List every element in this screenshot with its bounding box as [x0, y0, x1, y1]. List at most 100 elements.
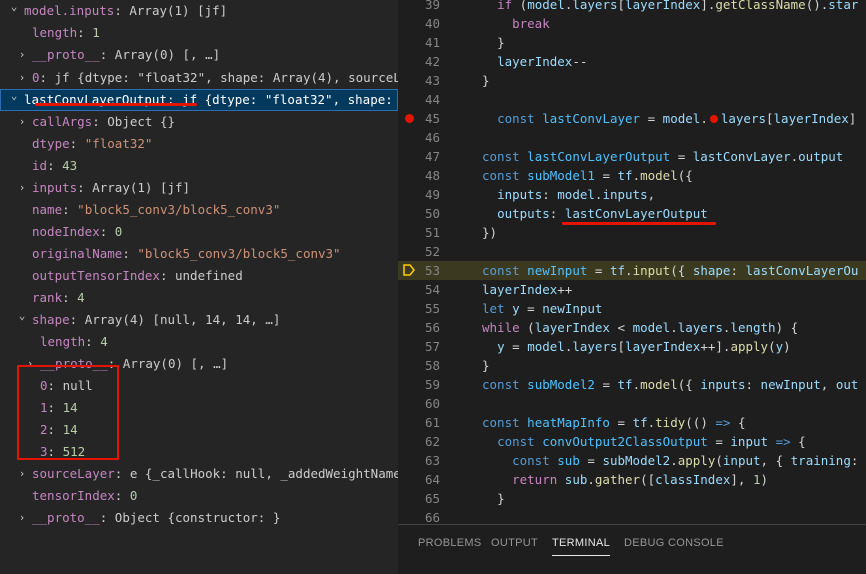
chevron-down-icon[interactable]: ⌄	[8, 89, 20, 107]
line-number: 63	[424, 453, 440, 468]
variable-row[interactable]: tensorIndex: 0	[0, 485, 398, 507]
code-line[interactable]: 59 const subModel2 = tf.model({ inputs: n…	[398, 375, 866, 394]
code-text: inputs: model.inputs,	[497, 187, 656, 202]
tab-problems[interactable]: PROBLEMS	[418, 537, 482, 549]
variable-name: rank	[32, 290, 63, 305]
chevron-right-icon[interactable]: ›	[16, 67, 28, 89]
variable-value: 4	[77, 290, 85, 305]
line-number: 51	[424, 225, 440, 240]
variable-name: 0	[32, 70, 40, 85]
variable-name: sourceLayer	[32, 466, 115, 481]
variable-row[interactable]: dtype: "float32"	[0, 133, 398, 155]
shape-values-highlight-box	[17, 365, 119, 460]
variable-row[interactable]: › __proto__: Object {constructor: }	[0, 507, 398, 529]
variable-row[interactable]: › inputs: Array(1) [jf]	[0, 177, 398, 199]
code-line[interactable]: 43}	[398, 71, 866, 90]
code-line[interactable]: 44	[398, 90, 866, 109]
variable-row[interactable]: rank: 4	[0, 287, 398, 309]
code-line[interactable]: 64 return sub.gather([classIndex], 1)	[398, 470, 866, 489]
code-text: const subModel1 = tf.model({	[482, 168, 693, 183]
variable-row[interactable]: › __proto__: Array(0) [, …]	[0, 44, 398, 66]
code-text: if (model.layers[layerIndex].getClassNam…	[497, 0, 859, 12]
variable-name: inputs	[32, 180, 78, 195]
line-number: 59	[424, 377, 440, 392]
variable-row[interactable]: ⌄ shape: Array(4) [null, 14, 14, …]	[0, 309, 398, 331]
line-number: 57	[424, 339, 440, 354]
code-text: }	[497, 35, 505, 50]
code-line[interactable]: 40 break	[398, 14, 866, 33]
code-line[interactable]: 62 const convOutput2ClassOutput = input …	[398, 432, 866, 451]
variable-row[interactable]: originalName: "block5_conv3/block5_conv3…	[0, 243, 398, 265]
line-number: 39	[424, 0, 440, 12]
code-line[interactable]: 42 layerIndex--	[398, 52, 866, 71]
code-line[interactable]: 66	[398, 508, 866, 524]
variable-value: 4	[100, 334, 108, 349]
line-number: 47	[424, 149, 440, 164]
variable-value: Object {constructor: }	[114, 510, 281, 525]
variable-value: 0	[114, 224, 123, 239]
variable-row[interactable]: › sourceLayer: e {_callHook: null, _added…	[0, 463, 398, 485]
variable-underline-annotation	[35, 103, 197, 106]
code-line[interactable]: 54 layerIndex++	[398, 280, 866, 299]
variable-row[interactable]: nodeIndex: 0	[0, 221, 398, 243]
code-line[interactable]: 41 }	[398, 33, 866, 52]
variable-value: Array(0) [, …]	[122, 356, 229, 371]
variable-row[interactable]: › 0: jf {dtype: "float32", shape: Array(4…	[0, 67, 398, 89]
variable-value: "float32"	[84, 136, 153, 151]
code-line[interactable]: 55 let y = newInput	[398, 299, 866, 318]
code-text: const heatMapInfo = tf.tidy(() => {	[482, 415, 746, 430]
code-line[interactable]: 45 const lastConvLayer = model. layers[la…	[398, 109, 866, 128]
code-text: const lastConvLayerOutput = lastConvLaye…	[482, 149, 844, 164]
code-line[interactable]: 52	[398, 242, 866, 261]
variable-name: name	[32, 202, 63, 217]
variable-name: __proto__	[32, 510, 100, 525]
inline-breakpoint-icon[interactable]	[709, 115, 718, 123]
code-line[interactable]: 61 const heatMapInfo = tf.tidy(() => {	[398, 413, 866, 432]
code-line[interactable]: 53 const newInput = tf.input({ shape: las…	[398, 261, 866, 280]
chevron-right-icon[interactable]: ›	[16, 463, 28, 485]
tab-output[interactable]: OUTPUT	[491, 537, 538, 549]
variable-value: jf {dtype: "float32", shape: A…	[182, 92, 398, 107]
code-line[interactable]: 50 outputs: lastConvLayerOutput	[398, 204, 866, 223]
variable-value: jf {dtype: "float32", shape: Array(4), s…	[54, 70, 398, 85]
variable-row[interactable]: › callArgs: Object {}	[0, 111, 398, 133]
code-line[interactable]: 47 const lastConvLayerOutput = lastConvLa…	[398, 147, 866, 166]
variable-name: __proto__	[32, 47, 100, 62]
code-line[interactable]: 51})	[398, 223, 866, 242]
code-line[interactable]: 49 inputs: model.inputs,	[398, 185, 866, 204]
code-line[interactable]: 48 const subModel1 = tf.model({	[398, 166, 866, 185]
variable-name: dtype	[32, 136, 70, 151]
chevron-right-icon[interactable]: ›	[16, 111, 28, 133]
code-line[interactable]: 65 }	[398, 489, 866, 508]
variable-row[interactable]: name: "block5_conv3/block5_conv3"	[0, 199, 398, 221]
code-text: const lastConvLayer = model. layers[layer…	[497, 111, 857, 126]
code-editor[interactable]: 39 if (model.layers[layerIndex].getClass…	[398, 0, 866, 524]
code-line[interactable]: 39 if (model.layers[layerIndex].getClass…	[398, 0, 866, 14]
code-line[interactable]: 46	[398, 128, 866, 147]
code-text: outputs: lastConvLayerOutput	[497, 206, 708, 221]
chevron-down-icon[interactable]: ⌄	[8, 0, 20, 18]
chevron-right-icon[interactable]: ›	[16, 44, 28, 66]
variable-row[interactable]: length: 4	[0, 331, 398, 353]
code-line[interactable]: 58}	[398, 356, 866, 375]
variable-row[interactable]: outputTensorIndex: undefined	[0, 265, 398, 287]
line-number: 48	[424, 168, 440, 183]
variable-row[interactable]: length: 1	[0, 22, 398, 44]
code-line[interactable]: 57 y = model.layers[layerIndex++].apply(…	[398, 337, 866, 356]
tab-terminal[interactable]: TERMINAL	[552, 537, 611, 556]
line-number: 56	[424, 320, 440, 335]
variable-value: Array(1) [jf]	[129, 3, 228, 18]
code-line[interactable]: 60	[398, 394, 866, 413]
chevron-right-icon[interactable]: ›	[16, 507, 28, 529]
code-line[interactable]: 56 while (layerIndex < model.layers.lengt…	[398, 318, 866, 337]
code-line[interactable]: 63 const sub = subModel2.apply(input, { …	[398, 451, 866, 470]
variable-value: Array(1) [jf]	[92, 180, 191, 195]
variable-row-selected[interactable]: ⌄ lastConvLayerOutput: jf {dtype: "float3…	[0, 89, 398, 111]
chevron-right-icon[interactable]: ›	[16, 177, 28, 199]
chevron-down-icon[interactable]: ⌄	[16, 309, 28, 327]
variable-row[interactable]: id: 43	[0, 155, 398, 177]
variable-name: id	[32, 158, 48, 173]
line-number: 42	[424, 54, 440, 69]
tab-debug-console[interactable]: DEBUG CONSOLE	[624, 537, 724, 549]
variable-row[interactable]: ⌄ model.inputs: Array(1) [jf]	[0, 0, 398, 22]
